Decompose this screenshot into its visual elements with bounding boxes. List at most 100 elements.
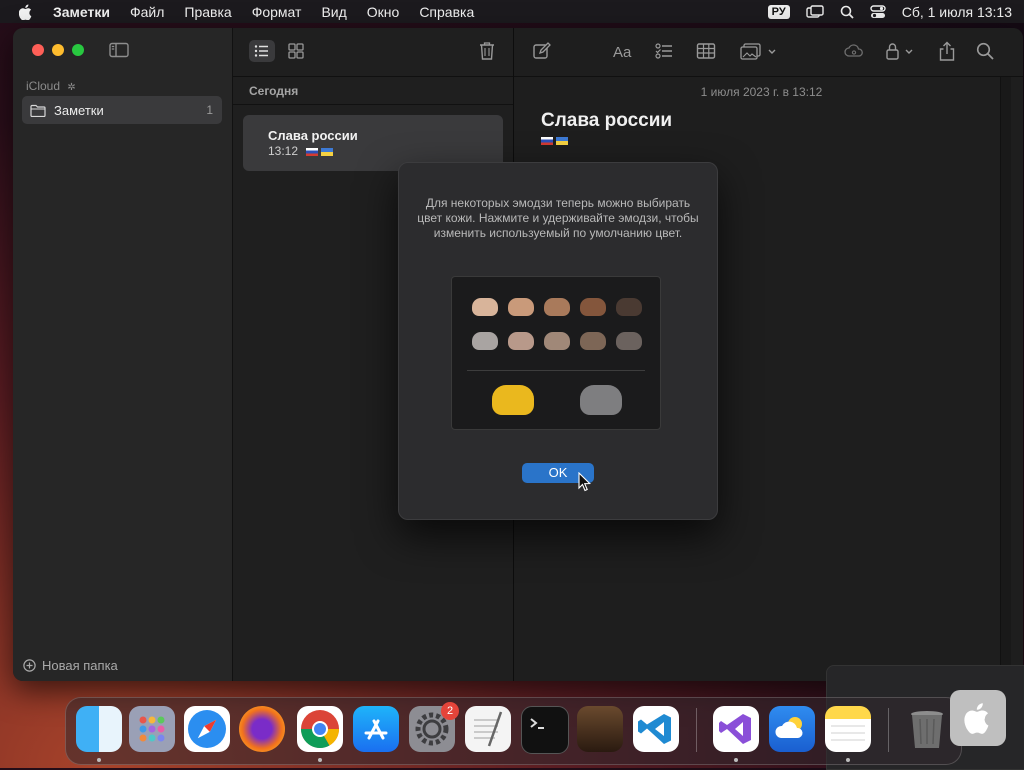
russia-flag-icon (306, 147, 319, 156)
emoji-preview-panel (451, 276, 661, 430)
menu-edit[interactable]: Правка (184, 4, 231, 20)
textedit-icon[interactable] (465, 706, 511, 752)
finder-running-dot (97, 758, 101, 762)
handshake-medium-icon (544, 298, 570, 316)
handshake-medium-dark-icon (580, 298, 606, 316)
finder-icon[interactable] (76, 706, 122, 752)
collaborate-icon[interactable] (844, 41, 864, 61)
new-folder-button[interactable]: Новая папка (23, 658, 118, 673)
zoom-window-button[interactable] (72, 44, 84, 56)
sync-spinner-icon: ✲ (67, 82, 76, 93)
apple-logo-overlay (950, 690, 1006, 746)
window-controls (32, 44, 84, 56)
menu-format[interactable]: Формат (252, 4, 302, 20)
search-icon[interactable] (975, 41, 995, 61)
safari-icon[interactable] (184, 706, 230, 752)
note-title-heading[interactable]: Слава россии (541, 110, 672, 132)
vscode-logo-icon (638, 714, 671, 744)
svg-text:Aa: Aa (613, 44, 632, 61)
handshake-mixed-4-icon (580, 332, 606, 350)
chrome-logo-icon (300, 710, 340, 749)
notes-lines-icon (831, 725, 865, 741)
note-list-toolbar (233, 28, 513, 77)
russia-flag-icon (541, 137, 553, 146)
handshake-yellow-icon (492, 385, 534, 415)
dock-separator (696, 708, 697, 752)
chrome-running-dot (318, 758, 322, 762)
folder-icon (30, 104, 46, 117)
visual-studio-running-dot (734, 758, 738, 762)
handshake-light-icon (472, 298, 498, 316)
trash-can-icon (911, 711, 943, 748)
menu-file[interactable]: Файл (130, 4, 164, 20)
notes-app-icon[interactable] (825, 706, 871, 752)
sidebar-item-notes-folder[interactable]: Заметки 1 (22, 96, 222, 124)
emoji-divider (467, 370, 645, 371)
handshake-mixed-5-icon (616, 332, 642, 350)
close-window-button[interactable] (32, 44, 44, 56)
dock-separator-trash (888, 708, 889, 752)
garageband-icon[interactable] (577, 706, 623, 752)
flag-emoji-preview (306, 144, 336, 158)
note-item-preview: 13:12 (268, 144, 336, 158)
visual-studio-icon[interactable] (713, 706, 759, 752)
app-store-icon[interactable] (353, 706, 399, 752)
visual-studio-logo-icon (719, 714, 751, 744)
note-item-time: 13:12 (268, 144, 299, 158)
share-icon[interactable] (937, 41, 957, 61)
note-body-flags[interactable] (541, 135, 571, 147)
gallery-view-icon[interactable] (285, 40, 307, 62)
list-view-button[interactable] (249, 40, 275, 62)
new-folder-label: Новая папка (42, 658, 118, 673)
editor-scrollbar[interactable] (1000, 77, 1011, 681)
menu-help[interactable]: Справка (419, 4, 474, 20)
firefox-icon[interactable] (239, 706, 285, 752)
handshake-medium-light-icon (508, 298, 534, 316)
checklist-icon[interactable] (654, 41, 674, 61)
app-store-glyph-icon (364, 719, 388, 740)
spotlight-icon[interactable] (840, 5, 854, 19)
dock: 2 (65, 697, 962, 765)
apple-logo-icon (964, 703, 989, 734)
handshake-dark-icon (616, 298, 642, 316)
trash-icon[interactable] (477, 40, 497, 62)
notes-running-dot (846, 758, 850, 762)
system-settings-icon[interactable]: 2 (409, 702, 459, 752)
chrome-icon[interactable] (297, 706, 343, 752)
folder-label: Заметки (54, 102, 104, 118)
launchpad-grid-icon (139, 716, 165, 742)
screen-mirroring-icon[interactable] (806, 4, 824, 19)
trash-bin-icon[interactable] (904, 706, 950, 752)
vscode-icon[interactable] (633, 706, 679, 752)
weather-icon[interactable] (769, 706, 815, 752)
plus-circle-icon (23, 659, 36, 672)
handshake-mixed-1-icon (472, 332, 498, 350)
section-divider (233, 104, 513, 105)
menubar-clock[interactable]: Сб, 1 июля 13:13 (902, 4, 1012, 20)
handshake-gray-icon (580, 385, 622, 415)
launchpad-icon[interactable] (129, 706, 175, 752)
apple-menu-icon[interactable] (19, 4, 33, 20)
media-menu-icon[interactable] (740, 41, 780, 61)
editor-toolbar: Aa (514, 28, 1023, 77)
dialog-message: Для некоторых эмодзи теперь можно выбира… (417, 196, 699, 240)
menu-view[interactable]: Вид (321, 4, 346, 20)
control-center-icon[interactable] (870, 4, 886, 19)
menu-app-name[interactable]: Заметки (53, 4, 110, 20)
emoji-skin-tone-dialog: Для некоторых эмодзи теперь можно выбира… (398, 162, 718, 520)
compass-icon (188, 710, 226, 748)
compose-icon[interactable] (532, 41, 552, 61)
minimize-window-button[interactable] (52, 44, 64, 56)
table-icon[interactable] (696, 41, 716, 61)
terminal-prompt-icon (530, 718, 544, 729)
input-source-badge[interactable]: РУ (767, 4, 790, 19)
terminal-icon[interactable] (521, 706, 569, 754)
note-item-title: Слава россии (268, 128, 358, 143)
textedit-lines-icon (474, 711, 503, 747)
format-icon[interactable]: Aa (612, 41, 636, 61)
sidebar-toggle-icon[interactable] (109, 42, 129, 58)
menu-window[interactable]: Окно (367, 4, 400, 20)
lock-icon[interactable] (884, 41, 920, 61)
list-view-icon (254, 45, 268, 57)
sidebar: iCloud ✲ Заметки 1 Новая папка (13, 28, 233, 681)
